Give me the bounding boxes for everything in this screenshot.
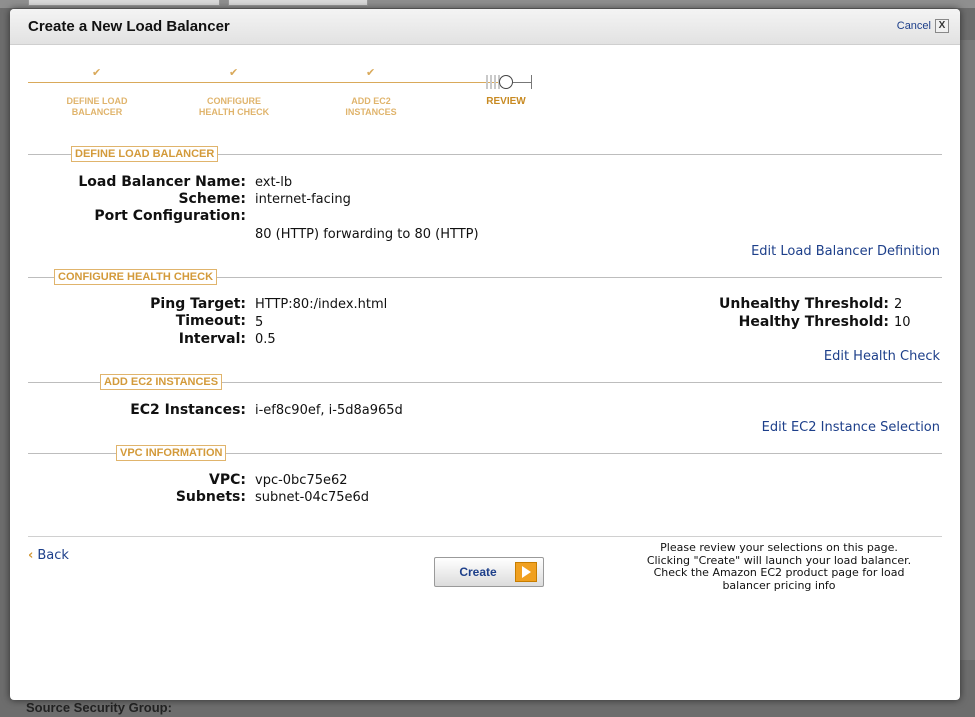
- ping-target-label: Ping Target:: [150, 296, 246, 312]
- healthy-threshold-value: 10: [894, 315, 911, 330]
- edit-load-balancer-definition-link[interactable]: Edit Load Balancer Definition: [751, 244, 940, 259]
- dialog-header: Create a New Load Balancer Cancel X: [10, 9, 960, 45]
- close-icon[interactable]: X: [935, 19, 949, 33]
- vpc-label: VPC:: [209, 472, 246, 488]
- arrow-right-icon[interactable]: [515, 562, 537, 582]
- review-note-line: Check the Amazon EC2 product page for lo…: [653, 566, 905, 579]
- unhealthy-threshold-label: Unhealthy Threshold:: [719, 296, 889, 312]
- port-configuration-value: 80 (HTTP) forwarding to 80 (HTTP): [255, 227, 479, 242]
- section-title-vpc: VPC INFORMATION: [116, 445, 227, 461]
- create-button[interactable]: Create: [434, 557, 544, 587]
- subnets-label: Subnets:: [175, 489, 246, 505]
- wizard-step-label: BALANCER: [71, 107, 123, 117]
- wizard-step-instances: ADD EC2 INSTANCES: [321, 96, 421, 118]
- wizard-step-health: CONFIGURE HEALTH CHECK: [184, 96, 284, 118]
- create-button-label[interactable]: Create: [435, 565, 515, 579]
- wizard-step-label: DEFINE LOAD: [66, 96, 128, 106]
- ec2-instances-label: EC2 Instances:: [130, 402, 246, 418]
- timeout-label: Timeout:: [175, 313, 246, 329]
- section-title-health: CONFIGURE HEALTH CHECK: [54, 269, 218, 285]
- load-balancer-name-label: Load Balancer Name:: [78, 174, 246, 190]
- wizard-step-label: REVIEW: [486, 96, 526, 107]
- edit-ec2-instance-selection-link[interactable]: Edit EC2 Instance Selection: [762, 420, 940, 435]
- current-step-circle-icon: [499, 75, 513, 89]
- back-link[interactable]: ‹ Back: [28, 548, 69, 563]
- background-input: [228, 0, 368, 6]
- footer-divider: [28, 536, 942, 537]
- subnets-value: subnet-04c75e6d: [255, 490, 370, 505]
- interval-value: 0.5: [255, 332, 276, 347]
- section-title-instances: ADD EC2 INSTANCES: [100, 374, 223, 390]
- interval-label: Interval:: [178, 331, 246, 347]
- wizard-step-review: REVIEW: [456, 96, 556, 107]
- review-note-line: balancer pricing info: [722, 578, 836, 592]
- edit-health-check-link[interactable]: Edit Health Check: [824, 349, 940, 364]
- wizard-track-end: [513, 82, 531, 83]
- wizard-step-label: CONFIGURE: [207, 96, 261, 106]
- healthy-threshold-label: Healthy Threshold:: [738, 314, 889, 330]
- wizard-end-tick: [531, 75, 532, 89]
- wizard-step-label: HEALTH CHECK: [198, 107, 270, 117]
- wizard-track: [28, 82, 500, 83]
- timeout-value: 5: [255, 315, 264, 330]
- arrow-right-icon-glyph: [522, 566, 531, 578]
- port-configuration-label: Port Configuration:: [94, 208, 246, 224]
- create-load-balancer-dialog: Create a New Load Balancer Cancel X ✔ ✔ …: [10, 9, 960, 700]
- wizard-progress-dots: [486, 75, 500, 89]
- wizard-step-define: DEFINE LOAD BALANCER: [47, 96, 147, 118]
- chevron-left-icon: ‹: [28, 548, 34, 563]
- background-footer-label: Source Security Group:: [26, 700, 172, 715]
- review-note-line: Please review your selections on this pa…: [660, 541, 898, 554]
- wizard-step-label: INSTANCES: [345, 107, 397, 117]
- back-label[interactable]: Back: [37, 548, 69, 563]
- dialog-title: Create a New Load Balancer: [28, 18, 230, 35]
- ec2-instances-value: i-ef8c90ef, i-5d8a965d: [255, 403, 403, 418]
- ping-target-value: HTTP:80:/index.html: [255, 297, 388, 312]
- scheme-label: Scheme:: [178, 191, 246, 207]
- cancel-link[interactable]: Cancel: [897, 20, 931, 32]
- section-title-define: DEFINE LOAD BALANCER: [71, 146, 219, 162]
- background-input: [28, 0, 220, 6]
- load-balancer-name-value: ext-lb: [255, 175, 293, 190]
- unhealthy-threshold-value: 2: [894, 297, 903, 312]
- wizard-step-label: ADD EC2: [351, 96, 391, 106]
- review-note: Please review your selections on this pa…: [614, 541, 944, 592]
- cancel-control[interactable]: Cancel X: [897, 19, 949, 33]
- vpc-value: vpc-0bc75e62: [255, 473, 348, 488]
- checkmark-icon: ✔: [366, 66, 376, 79]
- checkmark-icon: ✔: [92, 66, 102, 79]
- background-panel: [960, 40, 975, 660]
- checkmark-icon: ✔: [229, 66, 239, 79]
- scheme-value: internet-facing: [255, 192, 351, 207]
